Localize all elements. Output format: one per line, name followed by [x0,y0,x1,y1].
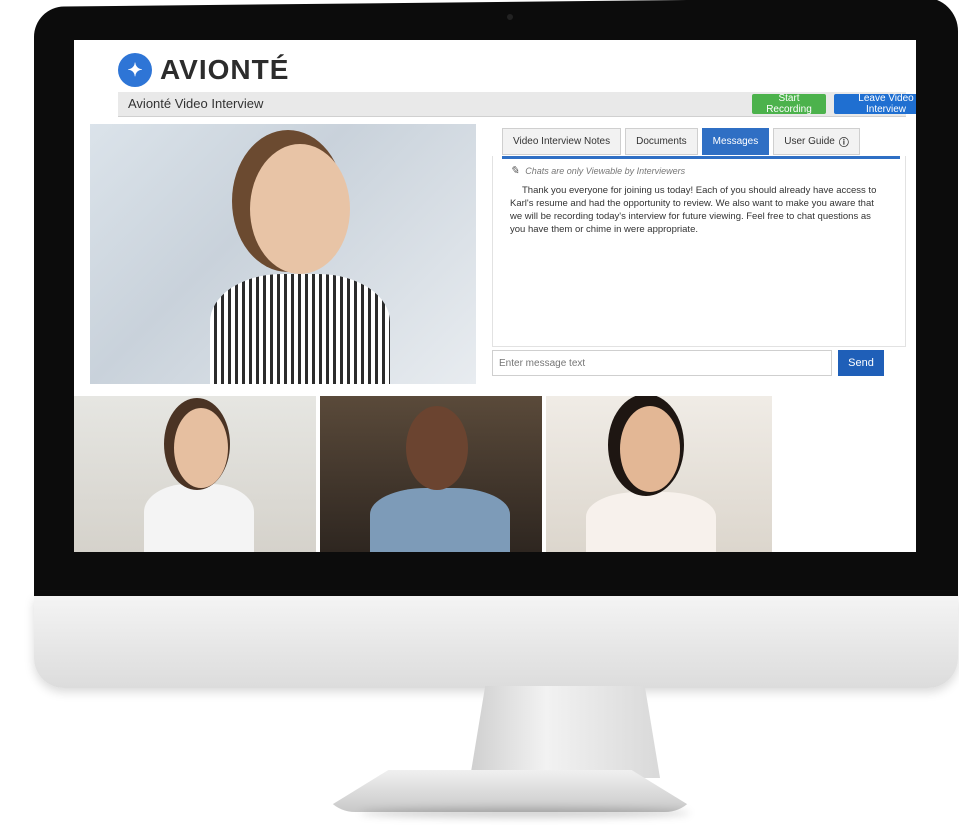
camera-dot [507,14,513,20]
tab-documents[interactable]: Documents [625,128,698,155]
participant-video-1 [74,396,316,552]
tab-user-guide-label: User Guide [784,136,835,147]
info-icon: ⓘ [838,138,849,149]
brand-icon: ✦ [118,53,152,87]
participant-1-head [174,408,228,488]
app-screen: ✦ AVIONTÉ Avionté Video Interview Start … [74,40,916,552]
page-title: Avionté Video Interview [128,96,264,111]
participant-video-3 [546,396,772,552]
participant-video-2 [320,396,542,552]
tab-messages[interactable]: Messages [701,128,770,155]
brand-name: AVIONTÉ [160,54,290,85]
side-panel: Video Interview Notes Documents Messages… [492,128,906,386]
monitor-chin [34,596,958,688]
panel-tabs: Video Interview Notes Documents Messages… [502,128,900,159]
participant-2-body [370,488,510,552]
participant-3-head [620,406,680,492]
participant-2-head [406,406,468,490]
participant-1-body [144,484,254,552]
participant-3-body [586,492,716,552]
speaker-body [210,274,390,384]
tab-video-interview-notes[interactable]: Video Interview Notes [502,128,622,155]
speaker-head [250,144,350,274]
title-bar: Avionté Video Interview Start Recording … [118,92,916,117]
main-video-tile [90,124,476,384]
chat-notice-text: Chats are only Viewable by Interviewers [525,165,686,176]
chat-notice: ✎ Chats are only Viewable by Interviewer… [510,164,685,177]
message-input[interactable] [492,350,832,376]
brand-logo: ✦ AVIONTÉ [118,50,289,90]
monitor-stand-neck [470,686,660,778]
pencil-icon: ✎ [510,165,520,177]
start-recording-button[interactable]: Start Recording [752,93,826,115]
leave-interview-button[interactable]: Leave Video Interview [834,93,916,115]
chat-message: Thank you everyone for joining us today!… [510,185,877,235]
send-button[interactable]: Send [838,350,884,376]
tab-user-guide[interactable]: User Guide ⓘ [773,128,860,155]
stand-shadow [360,808,690,818]
